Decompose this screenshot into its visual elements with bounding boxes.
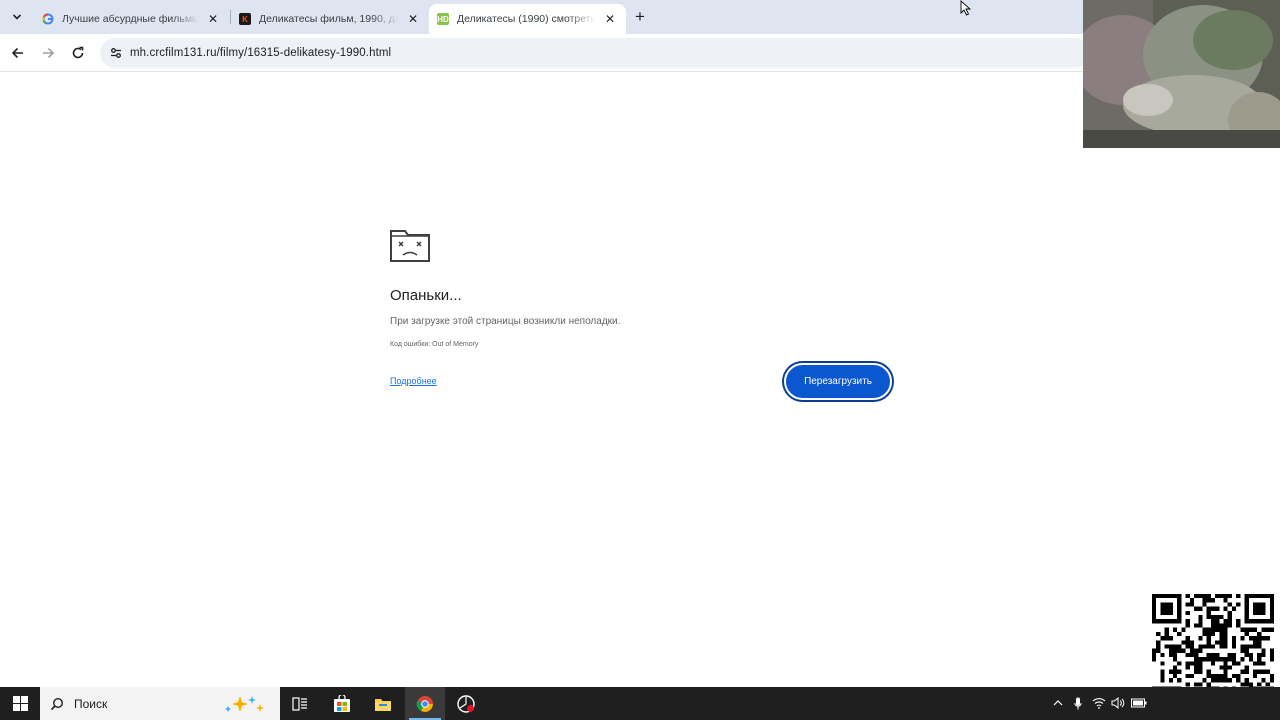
microphone-icon (1074, 697, 1082, 709)
tab-close-button[interactable]: ✕ (405, 11, 421, 27)
forward-button[interactable] (37, 42, 59, 64)
webcam-overlay (1083, 0, 1280, 148)
tab-title: Деликатесы (1990) смотреть о (457, 13, 596, 25)
address-bar[interactable]: mh.crcfilm131.ru/filmy/16315-delikatesy-… (100, 38, 1090, 68)
mouse-cursor-icon (960, 0, 972, 16)
webcam-image (1083, 0, 1280, 148)
task-view-icon (292, 696, 307, 711)
browser-toolbar: mh.crcfilm131.ru/filmy/16315-delikatesy-… (0, 34, 1090, 72)
taskbar-app-explorer[interactable] (363, 687, 403, 720)
kinopoisk-favicon-icon: K (239, 13, 251, 25)
reload-button[interactable]: Перезагрузить (784, 363, 892, 400)
taskbar: Поиск (0, 687, 1280, 720)
recorder-icon (457, 694, 475, 713)
volume-tray[interactable] (1110, 695, 1126, 711)
windows-logo-icon (12, 696, 28, 711)
error-heading: Опаньки... (390, 287, 462, 304)
task-view-button[interactable] (280, 687, 320, 720)
show-hidden-icons-button[interactable] (1050, 695, 1066, 711)
microphone-tray[interactable] (1071, 695, 1085, 711)
site-settings-icon[interactable] (108, 45, 124, 61)
tab-3-active[interactable]: HD Деликатесы (1990) смотреть о ✕ (429, 4, 626, 34)
reload-toolbar-button[interactable] (67, 42, 89, 64)
tab-strip: Лучшие абсурдные фильмы ✕ K Деликатесы ф… (0, 0, 1083, 34)
reload-icon (72, 46, 84, 59)
arrow-right-icon (43, 47, 55, 59)
taskbar-app-recorder[interactable] (446, 687, 486, 720)
tab-title: Лучшие абсурдные фильмы (62, 13, 199, 25)
hd-favicon-icon: HD (437, 13, 449, 25)
chevron-up-icon (1053, 700, 1063, 706)
taskbar-app-store[interactable] (322, 687, 362, 720)
error-message: При загрузке этой страницы возникли непо… (390, 316, 621, 327)
url-text: mh.crcfilm131.ru/filmy/16315-delikatesy-… (130, 47, 392, 59)
battery-icon (1131, 698, 1147, 708)
wifi-icon (1092, 698, 1106, 709)
tab-title: Деликатесы фильм, 1990, дата (259, 13, 399, 25)
tab-1[interactable]: Лучшие абсурдные фильмы ✕ (34, 4, 229, 34)
search-highlight-icon (225, 696, 264, 712)
tab-close-button[interactable]: ✕ (602, 11, 618, 27)
store-icon (334, 694, 350, 712)
sad-tab-icon (390, 230, 430, 262)
chevron-down-icon (12, 14, 22, 20)
speaker-icon (1111, 697, 1125, 709)
tab-search-button[interactable] (6, 6, 28, 28)
screen: Лучшие абсурдные фильмы ✕ K Деликатесы ф… (0, 0, 1280, 720)
start-button[interactable] (0, 687, 40, 720)
arrow-left-icon (11, 47, 23, 59)
back-button[interactable] (7, 42, 29, 64)
taskbar-search-box[interactable]: Поиск (40, 687, 280, 720)
network-tray[interactable] (1091, 695, 1107, 711)
tab-2[interactable]: K Деликатесы фильм, 1990, дата ✕ (231, 4, 429, 34)
chrome-icon (416, 695, 433, 712)
folder-icon (375, 698, 391, 711)
google-favicon-icon (42, 13, 54, 25)
taskbar-search-placeholder: Поиск (74, 696, 108, 711)
tab-close-button[interactable]: ✕ (205, 11, 221, 27)
search-icon (50, 697, 64, 710)
battery-tray[interactable] (1130, 695, 1148, 711)
details-link[interactable]: Подробнее (390, 376, 437, 386)
error-page: Опаньки... При загрузке этой страницы во… (390, 228, 892, 400)
error-code: Код ошибки: Out of Memory (390, 341, 479, 348)
taskbar-app-chrome[interactable] (405, 687, 445, 720)
new-tab-button[interactable]: + (630, 7, 650, 27)
